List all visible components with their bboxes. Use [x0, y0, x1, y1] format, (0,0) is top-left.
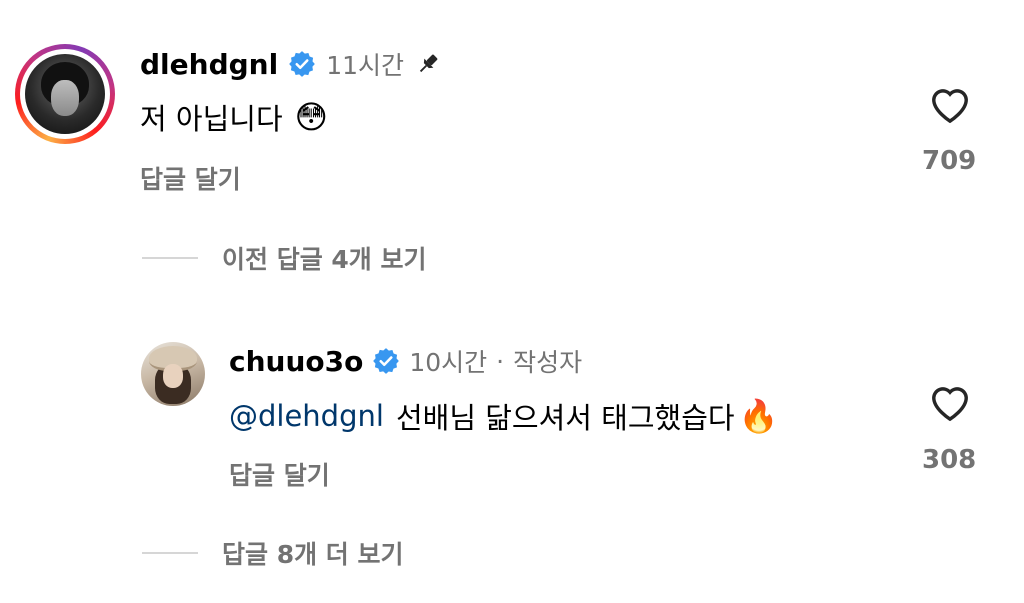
heart-icon: [927, 82, 973, 124]
comment-body: 저 아닙니다 😳: [140, 96, 328, 138]
comment-text: 저 아닙니다: [140, 102, 283, 136]
comment-username[interactable]: dlehdgnl: [140, 48, 278, 81]
heart-icon: [927, 380, 973, 422]
divider-line: [142, 552, 198, 554]
like-count: 308: [922, 445, 977, 475]
like-count: 709: [922, 146, 977, 176]
divider-line: [142, 257, 198, 259]
comment-header: dlehdgnl 11시간: [140, 46, 442, 82]
avatar-chuuo3o[interactable]: [141, 342, 205, 406]
reply-header: chuuo3o 10시간 · 작성자: [229, 343, 582, 379]
mention-link[interactable]: @dlehdgnl: [229, 399, 384, 433]
separator-dot: ·: [496, 346, 505, 376]
pin-icon: [414, 50, 442, 78]
reply-username[interactable]: chuuo3o: [229, 345, 363, 378]
reply-body: @dlehdgnl 선배님 닮으셔서 태그했습다 🔥: [229, 395, 778, 437]
reply-button[interactable]: 답글 달기: [229, 456, 330, 492]
verified-badge-icon: [372, 347, 400, 375]
like-button[interactable]: [927, 380, 973, 422]
author-tag: 작성자: [513, 348, 583, 377]
avatar-dlehdgnl[interactable]: [15, 44, 115, 144]
like-button[interactable]: [927, 82, 973, 124]
reply-text: 선배님 닮으셔서 태그했습다: [395, 401, 735, 435]
view-previous-replies-button[interactable]: 이전 답글 4개 보기: [222, 240, 427, 276]
verified-badge-icon: [288, 50, 316, 78]
reply-time: 10시간: [409, 348, 488, 377]
view-more-replies-button[interactable]: 답글 8개 더 보기: [222, 535, 404, 571]
comment-time: 11시간: [326, 51, 404, 80]
fire-emoji: 🔥: [738, 397, 779, 435]
reply-button[interactable]: 답글 달기: [140, 160, 241, 196]
flushed-emoji: 😳: [294, 98, 328, 136]
